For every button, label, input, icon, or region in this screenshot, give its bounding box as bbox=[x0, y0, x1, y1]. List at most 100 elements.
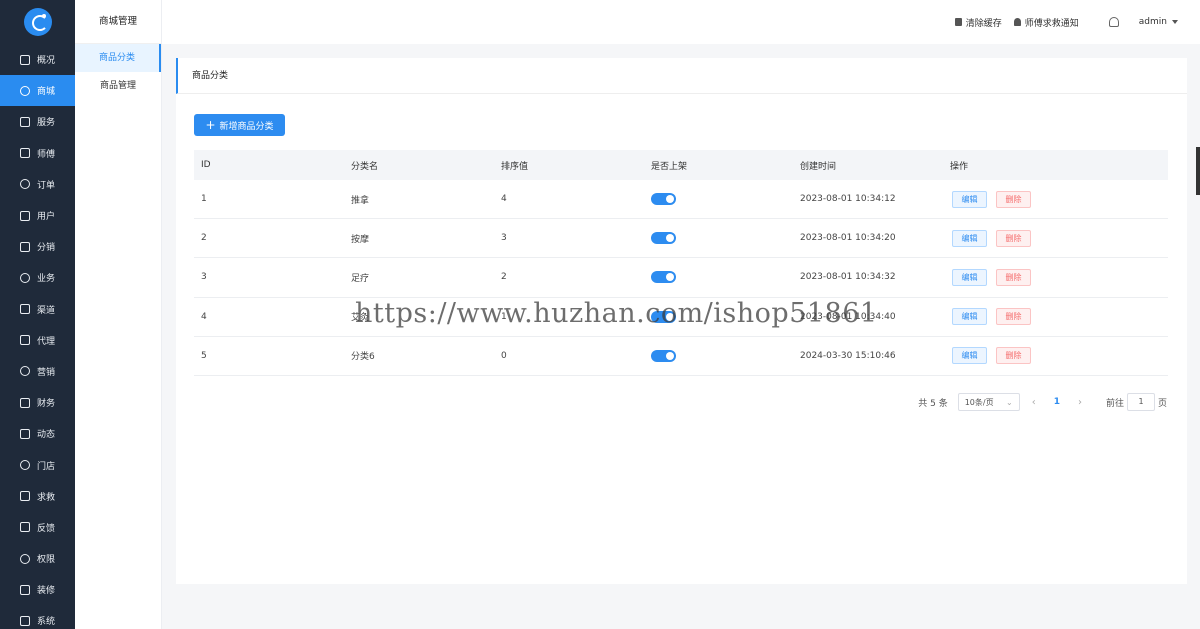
cell-sort: 1 bbox=[501, 311, 507, 322]
edit-button[interactable]: 编辑 bbox=[952, 268, 987, 286]
submenu-item[interactable]: 商品管理 bbox=[75, 72, 161, 100]
nav-item-label: 动态 bbox=[37, 430, 56, 441]
alarm-icon bbox=[1013, 18, 1021, 26]
nav-icon bbox=[20, 366, 30, 377]
delete-button[interactable]: 删除 bbox=[996, 347, 1031, 365]
next-page-icon[interactable]: › bbox=[1078, 397, 1082, 408]
nav-item-label: 商城 bbox=[37, 87, 56, 98]
nav-item-label: 师傅 bbox=[37, 149, 56, 160]
nav-item[interactable]: 营销 bbox=[0, 356, 75, 387]
nav-item[interactable]: 系统 bbox=[0, 605, 75, 629]
nav-item[interactable]: 代理 bbox=[0, 325, 75, 356]
card-title: 商品分类 bbox=[176, 58, 1187, 94]
nav-item[interactable]: 分销 bbox=[0, 231, 75, 262]
nav-item[interactable]: 求救 bbox=[0, 481, 75, 512]
nav-item[interactable]: 权限 bbox=[0, 543, 75, 574]
nav-icon bbox=[20, 85, 30, 96]
edit-button[interactable]: 编辑 bbox=[952, 308, 987, 326]
table-body: 1 推拿 4 2023-08-01 10:34:12 编辑 删除 2 按摩 3 2023-08-0… bbox=[194, 180, 1168, 376]
cell-actions: 编辑 删除 bbox=[943, 347, 1168, 365]
on-shelf-toggle[interactable] bbox=[651, 193, 676, 206]
col-actions: 操作 bbox=[950, 161, 969, 172]
rescue-notice-button[interactable]: 师傅求救通知 bbox=[1013, 16, 1079, 29]
nav-icon bbox=[20, 522, 30, 533]
cell-sort: 2 bbox=[501, 272, 507, 283]
on-shelf-toggle[interactable] bbox=[651, 349, 676, 362]
bell-icon[interactable] bbox=[1108, 17, 1119, 27]
edit-button[interactable]: 编辑 bbox=[952, 190, 987, 208]
page-size-value: 10条/页 bbox=[964, 397, 994, 407]
goto-input[interactable]: 1 bbox=[1126, 393, 1155, 411]
cell-name: 足疗 bbox=[351, 273, 370, 284]
nav-icon bbox=[20, 304, 30, 315]
table-row: 1 推拿 4 2023-08-01 10:34:12 编辑 删除 bbox=[194, 180, 1168, 220]
cell-actions: 编辑 删除 bbox=[943, 229, 1168, 247]
edit-button[interactable]: 编辑 bbox=[952, 347, 987, 365]
nav-item[interactable]: 渠道 bbox=[0, 294, 75, 325]
logo-icon[interactable] bbox=[23, 8, 52, 36]
delete-button[interactable]: 删除 bbox=[996, 229, 1031, 247]
edit-button[interactable]: 编辑 bbox=[952, 229, 987, 247]
cell-id: 1 bbox=[201, 194, 207, 205]
submenu-item[interactable]: 商品分类 bbox=[75, 44, 161, 72]
table-row: 2 按摩 3 2023-08-01 10:34:20 编辑 删除 bbox=[194, 219, 1168, 259]
nav-icon bbox=[20, 148, 30, 159]
delete-button[interactable]: 删除 bbox=[996, 190, 1031, 208]
nav-icon bbox=[20, 584, 30, 595]
nav-item[interactable]: 商城 bbox=[0, 75, 75, 107]
on-shelf-toggle[interactable] bbox=[651, 271, 676, 284]
nav-item[interactable]: 订单 bbox=[0, 169, 75, 200]
nav-item[interactable]: 反馈 bbox=[0, 512, 75, 543]
cell-on-shelf bbox=[644, 193, 793, 206]
nav-item[interactable]: 业务 bbox=[0, 262, 75, 293]
nav-item-label: 求救 bbox=[37, 492, 56, 503]
page-size-select[interactable]: 10条/页 ⌄ bbox=[957, 393, 1020, 411]
nav-item[interactable]: 概况 bbox=[0, 44, 75, 75]
cell-on-shelf bbox=[644, 310, 793, 323]
cell-name: 艾灸 bbox=[351, 313, 370, 324]
user-name: admin bbox=[1138, 17, 1167, 27]
cell-id: 2 bbox=[201, 233, 207, 244]
col-id: ID bbox=[201, 160, 211, 170]
delete-button[interactable]: 删除 bbox=[996, 308, 1031, 326]
nav-item-label: 财务 bbox=[37, 399, 56, 410]
nav-icon bbox=[20, 397, 30, 408]
nav-item[interactable]: 动态 bbox=[0, 418, 75, 449]
page-number[interactable]: 1 bbox=[1054, 397, 1060, 407]
clear-cache-label: 清除缓存 bbox=[965, 18, 1002, 29]
table-header: ID 分类名 排序值 是否上架 创建时间 操作 bbox=[194, 150, 1168, 180]
on-shelf-toggle[interactable] bbox=[651, 310, 676, 323]
nav-item[interactable]: 财务 bbox=[0, 387, 75, 418]
cell-created: 2023-08-01 10:34:20 bbox=[800, 233, 896, 244]
nav-item[interactable]: 装修 bbox=[0, 574, 75, 605]
on-shelf-toggle[interactable] bbox=[651, 232, 676, 245]
logo-area bbox=[0, 0, 75, 44]
nav-item-label: 渠道 bbox=[37, 305, 56, 316]
broom-icon bbox=[954, 18, 962, 26]
scrollbar-thumb[interactable] bbox=[1196, 147, 1200, 195]
table-row: 5 分类6 0 2024-03-30 15:10:46 编辑 删除 bbox=[194, 337, 1168, 376]
delete-button[interactable]: 删除 bbox=[996, 268, 1031, 286]
goto-label: 前往 bbox=[1105, 398, 1124, 409]
cell-sort: 4 bbox=[501, 194, 507, 205]
add-category-button[interactable]: + 新增商品分类 bbox=[194, 114, 285, 136]
nav-item[interactable]: 师傅 bbox=[0, 138, 75, 169]
nav-item[interactable]: 门店 bbox=[0, 449, 75, 480]
cell-name: 推拿 bbox=[351, 195, 370, 206]
prev-page-icon[interactable]: ‹ bbox=[1032, 397, 1036, 408]
cell-created: 2024-03-30 15:10:46 bbox=[800, 350, 896, 361]
add-category-label: 新增商品分类 bbox=[219, 121, 274, 132]
main-nav: 概况商城服务师傅订单 用户 分销 业务渠道代理营销财务动态门店求救反馈 权限装修系统 bbox=[0, 0, 75, 629]
nav-item[interactable]: 用户 bbox=[0, 200, 75, 231]
clear-cache-button[interactable]: 清除缓存 bbox=[954, 16, 1002, 29]
cell-created: 2023-08-01 10:34:12 bbox=[800, 194, 896, 205]
user-menu[interactable]: admin bbox=[1139, 17, 1178, 27]
nav-item[interactable]: 服务 bbox=[0, 106, 75, 137]
cell-actions: 编辑 删除 bbox=[943, 268, 1168, 286]
plus-icon: + bbox=[205, 118, 216, 132]
submenu-title: 商城管理 bbox=[75, 0, 161, 44]
col-sort: 排序值 bbox=[501, 161, 529, 172]
nav-icon bbox=[20, 210, 30, 221]
nav-item-label: 营销 bbox=[37, 367, 56, 378]
nav-item-label: 装修 bbox=[37, 586, 56, 597]
